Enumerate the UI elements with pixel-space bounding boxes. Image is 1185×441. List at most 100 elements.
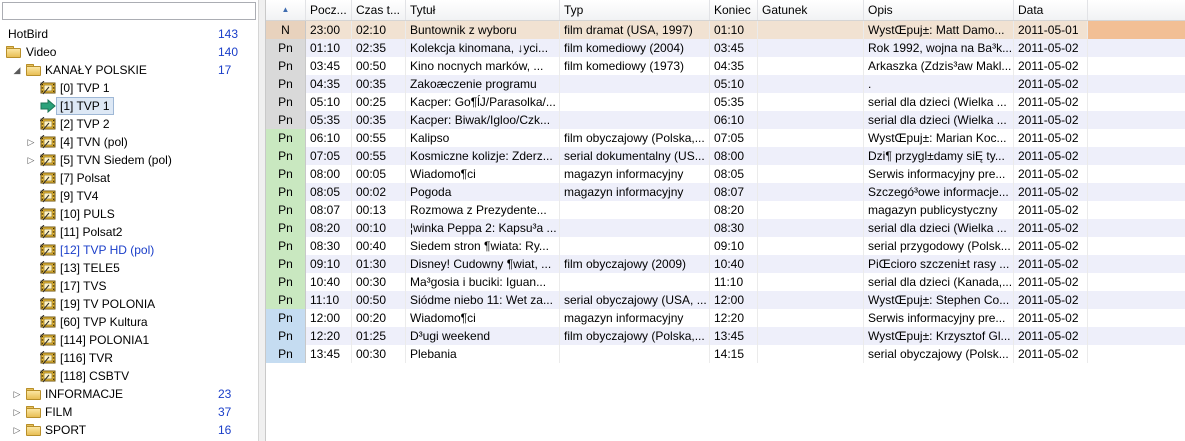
column-header[interactable]: Data	[1014, 0, 1088, 20]
end-time-cell: 05:10	[710, 75, 758, 93]
end-time-cell: 06:10	[710, 111, 758, 129]
expand-arrow-icon[interactable]: ▷	[12, 385, 22, 403]
tree-item[interactable]: [0] TVP 1	[0, 79, 256, 97]
folder-icon	[26, 388, 41, 400]
tree-item-label: [17] TVS	[60, 279, 107, 293]
tree-item[interactable]: [11] Polsat2	[0, 223, 256, 241]
description-cell: Serwis informacyjny pre...	[864, 165, 1014, 183]
table-row[interactable]: Pn 01:10 02:35 Kolekcja kinomana, ↓yci... fi…	[266, 39, 1185, 57]
genre-cell	[758, 201, 864, 219]
column-header[interactable]: Czas t...	[352, 0, 406, 20]
table-row[interactable]: Pn 09:10 01:30 Disney! Cudowny ¶wiat, ... fi…	[266, 255, 1185, 273]
tree-item[interactable]: [12] TVP HD (pol)	[0, 241, 256, 259]
start-time-cell: 10:40	[306, 273, 352, 291]
title-cell: Pogoda	[406, 183, 560, 201]
expand-arrow-icon[interactable]: ▷	[26, 133, 36, 151]
column-header[interactable]: Typ	[560, 0, 710, 20]
column-header[interactable]: Gatunek	[758, 0, 864, 20]
column-header[interactable]: Tytuł	[406, 0, 560, 20]
table-row[interactable]: Pn 08:05 00:02 Pogoda magazyn informacyjny 08…	[266, 183, 1185, 201]
column-header[interactable]: Koniec	[710, 0, 758, 20]
tree-item[interactable]: ▷ FILM 37	[0, 403, 256, 421]
table-row[interactable]: Pn 07:05 00:55 Kosmiczne kolizje: Zderz... s…	[266, 147, 1185, 165]
column-header[interactable]: Opis	[864, 0, 1014, 20]
panel-splitter[interactable]	[258, 0, 266, 441]
tree-item[interactable]: [1] TVP 1	[0, 97, 256, 115]
table-row[interactable]: Pn 05:35 00:35 Kacper: Biwak/Igloo/Czk... 06…	[266, 111, 1185, 129]
duration-cell: 00:35	[352, 75, 406, 93]
tree-item[interactable]: [116] TVR	[0, 349, 256, 367]
genre-cell	[758, 183, 864, 201]
tree-search-input[interactable]	[2, 2, 256, 20]
tree-item[interactable]: ▷ SPORT 16	[0, 421, 256, 439]
title-cell: Plebania	[406, 345, 560, 363]
tree-item[interactable]: [2] TVP 2	[0, 115, 256, 133]
tree-item[interactable]: ▷ INFORMACJE 23	[0, 385, 256, 403]
tree-item[interactable]: HotBird 143	[0, 25, 256, 43]
day-cell: Pn	[266, 309, 306, 327]
table-row[interactable]: Pn 04:35 00:35 Zakoæczenie programu 05:10. 20…	[266, 75, 1185, 93]
title-cell: Buntownik z wyboru	[406, 21, 560, 39]
day-cell: Pn	[266, 39, 306, 57]
table-row[interactable]: Pn 11:10 00:50 Siódme niebo 11: Wet za... se…	[266, 291, 1185, 309]
table-row[interactable]: Pn 03:45 00:50 Kino nocnych marków, ... film…	[266, 57, 1185, 75]
tree-item[interactable]: [114] POLONIA1	[0, 331, 256, 349]
type-cell: serial obyczajowy (USA, ...	[560, 291, 710, 309]
title-cell: Disney! Cudowny ¶wiat, ...	[406, 255, 560, 273]
tree-item[interactable]: [19] TV POLONIA	[0, 295, 256, 313]
channel-film-icon	[40, 261, 56, 275]
tree-item-label: [13] TELE5	[60, 261, 120, 275]
table-row[interactable]: Pn 06:10 00:55 Kalipso film obyczajowy (Pols…	[266, 129, 1185, 147]
table-row[interactable]: Pn 08:07 00:13 Rozmowa z Prezydente... 08:20…	[266, 201, 1185, 219]
table-row[interactable]: Pn 12:00 00:20 Wiadomo¶ci magazyn informacyj…	[266, 309, 1185, 327]
type-cell	[560, 75, 710, 93]
end-time-cell: 11:10	[710, 273, 758, 291]
type-cell	[560, 273, 710, 291]
table-row[interactable]: Pn 10:40 00:30 Ma³gosia i buciki: Iguan... 1…	[266, 273, 1185, 291]
type-cell	[560, 219, 710, 237]
sort-indicator-icon[interactable]: ▲	[266, 0, 306, 20]
end-time-cell: 03:45	[710, 39, 758, 57]
tree-item[interactable]: [60] TVP Kultura	[0, 313, 256, 331]
genre-cell	[758, 345, 864, 363]
table-row[interactable]: Pn 12:20 01:25 D³ugi weekend film obyczajowy…	[266, 327, 1185, 345]
table-row[interactable]: N 23:00 02:10 Buntownik z wyboru film dramat…	[266, 21, 1185, 39]
day-cell: Pn	[266, 165, 306, 183]
tree-item[interactable]: ▷ [4] TVN (pol)	[0, 133, 256, 151]
genre-cell	[758, 219, 864, 237]
table-row[interactable]: Pn 08:00 00:05 Wiadomo¶ci magazyn informacyj…	[266, 165, 1185, 183]
description-cell: WystŒpuj±: Krzysztof Gl...	[864, 327, 1014, 345]
tree-item[interactable]: [10] PULS	[0, 205, 256, 223]
start-time-cell: 06:10	[306, 129, 352, 147]
channel-film-icon	[40, 81, 56, 95]
day-cell: Pn	[266, 183, 306, 201]
tree-item-label: [19] TV POLONIA	[60, 297, 156, 311]
genre-cell	[758, 273, 864, 291]
expand-arrow-icon[interactable]: ▷	[12, 403, 22, 421]
tree-item[interactable]: [9] TV4	[0, 187, 256, 205]
genre-cell	[758, 291, 864, 309]
tree-item[interactable]: [13] TELE5	[0, 259, 256, 277]
expand-arrow-icon[interactable]: ▷	[26, 151, 36, 169]
tree-item[interactable]: Video 140	[0, 43, 256, 61]
day-cell: Pn	[266, 201, 306, 219]
collapse-arrow-icon[interactable]: ◢	[12, 61, 22, 79]
table-row[interactable]: Pn 08:20 00:10 ¦winka Peppa 2: Kapsu³a ... 0…	[266, 219, 1185, 237]
expand-arrow-icon[interactable]: ▷	[12, 421, 22, 439]
tree-item[interactable]: ▷ [5] TVN Siedem (pol)	[0, 151, 256, 169]
tree-item-label: INFORMACJE	[45, 387, 123, 401]
tree-item[interactable]: [118] CSBTV	[0, 367, 256, 385]
date-cell: 2011-05-02	[1014, 201, 1088, 219]
date-cell: 2011-05-02	[1014, 129, 1088, 147]
tree-item[interactable]: [17] TVS	[0, 277, 256, 295]
folder-icon	[26, 64, 41, 76]
tree-item[interactable]: [7] Polsat	[0, 169, 256, 187]
column-header[interactable]: Pocz...	[306, 0, 352, 20]
tree-item[interactable]: ◢ KANAŁY POLSKIE 17	[0, 61, 256, 79]
table-row[interactable]: Pn 08:30 00:40 Siedem stron ¶wiata: Ry... 09…	[266, 237, 1185, 255]
description-cell: Rok 1992, wojna na Ba³k...	[864, 39, 1014, 57]
table-row[interactable]: Pn 13:45 00:30 Plebania 14:15 serial obyczajo…	[266, 345, 1185, 363]
duration-cell: 02:10	[352, 21, 406, 39]
duration-cell: 00:20	[352, 309, 406, 327]
table-row[interactable]: Pn 05:10 00:25 Kacper: Go¶ĺJ/Parasolka/... 0…	[266, 93, 1185, 111]
